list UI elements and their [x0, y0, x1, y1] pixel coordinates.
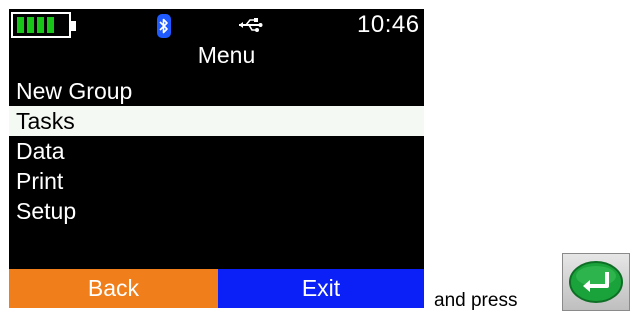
screen-title: Menu	[197, 42, 256, 68]
clock: 10:46	[357, 11, 420, 38]
instruction-text: and press	[434, 290, 518, 311]
menu-item-new-group[interactable]: New Group	[9, 76, 424, 106]
menu-item-data[interactable]: Data	[9, 136, 424, 166]
battery-icon	[11, 12, 76, 38]
menu-list: New Group Tasks Data Print Setup	[9, 76, 424, 226]
battery-bar	[27, 17, 34, 33]
menu-item-setup[interactable]: Setup	[9, 196, 424, 226]
enter-key-icon[interactable]	[562, 253, 630, 311]
exit-softkey[interactable]: Exit	[218, 269, 424, 308]
softkey-bar: Back Exit	[9, 269, 424, 308]
battery-terminal	[71, 21, 76, 31]
battery-bar	[37, 17, 44, 33]
bluetooth-icon	[157, 14, 171, 38]
menu-item-tasks[interactable]: Tasks	[9, 106, 424, 136]
back-softkey[interactable]: Back	[9, 269, 218, 308]
battery-bar	[17, 17, 24, 33]
usb-icon	[237, 17, 263, 38]
battery-bar	[47, 17, 54, 33]
device-screen: 10:46 Menu New Group Tasks Data Print Se…	[9, 9, 424, 308]
menu-item-print[interactable]: Print	[9, 166, 424, 196]
